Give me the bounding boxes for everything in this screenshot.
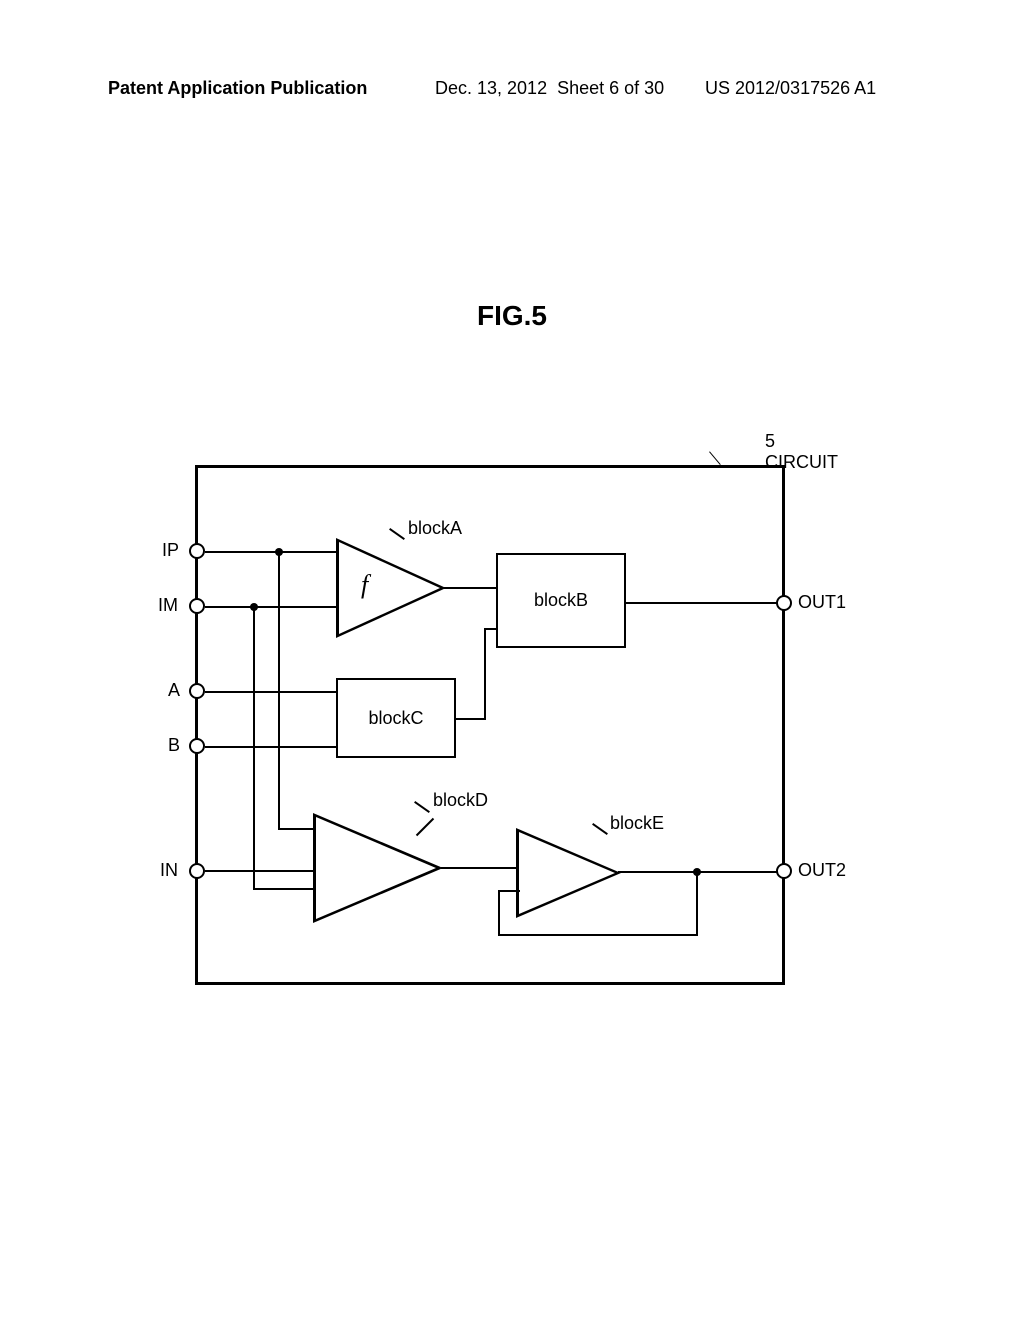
wire xyxy=(484,628,486,720)
label-out1: OUT1 xyxy=(798,592,846,613)
terminal-out1 xyxy=(776,595,792,611)
wire xyxy=(205,606,340,608)
wire xyxy=(456,718,486,720)
wire xyxy=(484,628,498,630)
wire xyxy=(205,691,336,693)
terminal-out2 xyxy=(776,863,792,879)
wire xyxy=(278,551,280,828)
wire xyxy=(205,551,340,553)
figure-title: FIG.5 xyxy=(0,300,1024,332)
terminal-b xyxy=(189,738,205,754)
wire xyxy=(498,934,698,936)
block-e-label: blockE xyxy=(610,813,664,834)
label-leader xyxy=(414,801,430,813)
block-e-amp xyxy=(516,828,621,918)
block-a-label: blockA xyxy=(408,518,462,539)
label-b: B xyxy=(168,735,180,756)
wire xyxy=(626,602,778,604)
block-c: blockC xyxy=(336,678,456,758)
pub-date: Dec. 13, 2012 Sheet 6 of 30 xyxy=(435,78,664,99)
ref-leader-line xyxy=(709,428,749,465)
label-out2: OUT2 xyxy=(798,860,846,881)
circuit-diagram: 5 CIRCUIT IP IM A B IN OUT1 OUT2 f b xyxy=(165,445,785,985)
terminal-ip xyxy=(189,543,205,559)
wire xyxy=(444,587,496,589)
wire xyxy=(498,890,500,936)
terminal-im xyxy=(189,598,205,614)
label-a: A xyxy=(168,680,180,701)
wire xyxy=(441,867,518,869)
block-a-func-symbol: f xyxy=(361,570,368,600)
wire xyxy=(498,890,520,892)
label-ip: IP xyxy=(162,540,179,561)
label-im: IM xyxy=(158,595,178,616)
wire xyxy=(205,746,336,748)
block-a-amp xyxy=(336,538,446,638)
block-b: blockB xyxy=(496,553,626,648)
wire xyxy=(696,871,698,936)
terminal-a xyxy=(189,683,205,699)
circuit-boundary: IP IM A B IN OUT1 OUT2 f blockA xyxy=(195,465,785,985)
pub-type: Patent Application Publication xyxy=(108,78,367,99)
wire xyxy=(205,870,317,872)
label-in: IN xyxy=(160,860,178,881)
pub-number: US 2012/0317526 A1 xyxy=(705,78,876,99)
block-d-label: blockD xyxy=(433,790,488,811)
terminal-in xyxy=(189,863,205,879)
wire xyxy=(253,888,318,890)
